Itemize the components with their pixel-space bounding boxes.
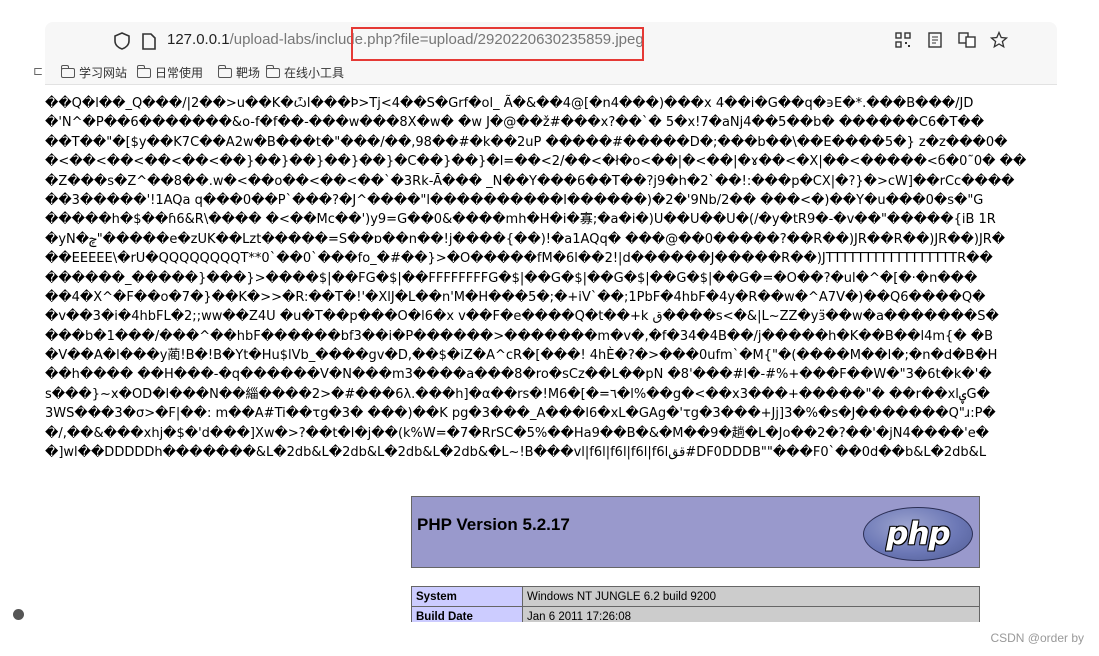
phpinfo-table: System Windows NT JUNGLE 6.2 build 9200 Bu… — [411, 586, 980, 622]
garbage-line: ���b�1���/���^��hbF������bf3��i�P������>… — [45, 328, 994, 344]
bookmark-online-tools[interactable]: 在线小工具 — [266, 64, 344, 81]
garbage-line: �V��A�l���y蔺!B�!B�Yt�Hu$lVb_����gv�D,��$… — [45, 348, 998, 364]
garbage-line: ��4�X^�F��o�7�}��K�>>�R:��T�!'�XlJ�L��n'… — [45, 289, 986, 305]
watermark: CSDN @order by — [990, 631, 1084, 645]
bookmark-study-sites[interactable]: 学习网站 — [61, 64, 127, 81]
garbage-line: ��h���� ��H���-�q������V�N���m3����a���8… — [45, 367, 992, 383]
bookmark-overflow[interactable]: ⊏ — [33, 64, 43, 78]
php-version-title: PHP Version 5.2.17 — [417, 515, 570, 534]
bullet-dot — [13, 609, 24, 620]
row-key: Build Date — [411, 606, 523, 622]
folder-icon — [266, 64, 280, 78]
php-logo: php — [863, 507, 973, 561]
qr-code-icon[interactable] — [893, 30, 913, 50]
garbage-line: ������_�����}���}>����$|��FG�$|��FFFFFFF… — [45, 270, 978, 286]
garbage-line: ��Q�l��_Q���/|2��>u��K�ѽl���Þ>Tj<4��S�Gr… — [45, 96, 974, 111]
garbage-line: �<��<��<��<��<��}��}��}��}��}�C��}��}�l=… — [45, 154, 1027, 170]
folder-icon — [137, 64, 151, 78]
garbage-line: �yN�ݼ"�����e�zUK��Lzt�����=S��ɒ��n��!j��… — [45, 231, 1006, 247]
phpinfo-table-container: System Windows NT JUNGLE 6.2 build 9200 Bu… — [411, 586, 981, 622]
bookmarks-bar: ⊏ 学习网站 日常使用 靶场 在线小工具 — [33, 62, 1057, 85]
garbage-line: ��EEEEE\�rU�QQQQQQQQT**0`��0`���fo_�#��}… — [45, 251, 993, 267]
folder-icon — [61, 64, 75, 78]
garbage-line: 3WS���3�σ>�F|��: m��A#Ti��τg�3� ���)��K … — [45, 406, 996, 422]
folder-icon — [218, 64, 232, 78]
garbage-line: �v��3�i�4hbFL�2;;ww��Z4U �u�T��p���O�l6�… — [45, 309, 999, 325]
garbage-line: ��3�����'!1AQa q���0��P`���?�J^����"l���… — [45, 192, 984, 208]
garbage-line: �Z���s�Z^��8��.w�<��o��<��<��`�3Rk-Ā��� … — [45, 173, 1015, 189]
binary-garbage-text: ��Q�l��_Q���/|2��>u��K�ѽl���Þ>Tj<4��S�Gr… — [45, 94, 1057, 480]
garbage-line: �����h�$��ɦ6&R\���� �<��Mc��')y9=G��0&��… — [45, 212, 996, 228]
shield-icon[interactable] — [111, 30, 133, 52]
garbage-line: s���}~x�OD�l���N��緇����2>�#���6λ.���h]�α… — [45, 386, 990, 402]
php-logo-text: php — [886, 516, 950, 552]
favorite-star-icon[interactable] — [989, 30, 1009, 50]
translate-icon[interactable] — [957, 30, 977, 50]
row-key: System — [411, 586, 523, 607]
reader-mode-icon[interactable] — [925, 30, 945, 50]
page-icon[interactable] — [138, 30, 160, 52]
garbage-line: �]wl��DDDDDh�������&L�2db&L�2db&L�2db&L�… — [45, 445, 987, 461]
bookmark-range[interactable]: 靶场 — [218, 64, 260, 81]
garbage-line: �/,��&���xhj�$�'d���]Xw�>?��t�l�j��(k%W=… — [45, 425, 990, 441]
row-value: Jan 6 2011 17:26:08 — [522, 606, 980, 622]
table-row: Build Date Jan 6 2011 17:26:08 — [411, 606, 980, 622]
bookmark-daily-use[interactable]: 日常使用 — [137, 64, 203, 81]
phpinfo-header: PHP Version 5.2.17 php — [411, 496, 980, 568]
row-value: Windows NT JUNGLE 6.2 build 9200 — [522, 586, 980, 607]
toolbar-actions — [893, 30, 1009, 50]
url-host: 127.0.0.1 — [167, 31, 230, 48]
url-highlight-box — [351, 27, 644, 61]
table-row: System Windows NT JUNGLE 6.2 build 9200 — [411, 586, 980, 607]
garbage-line: ��T��"�[$y��K7C��A2w�B���t�"���/��,98��#… — [45, 134, 1008, 150]
garbage-line: �'N^�P��6�������&o-f�f��-���w���8X�w� �w… — [45, 115, 985, 131]
